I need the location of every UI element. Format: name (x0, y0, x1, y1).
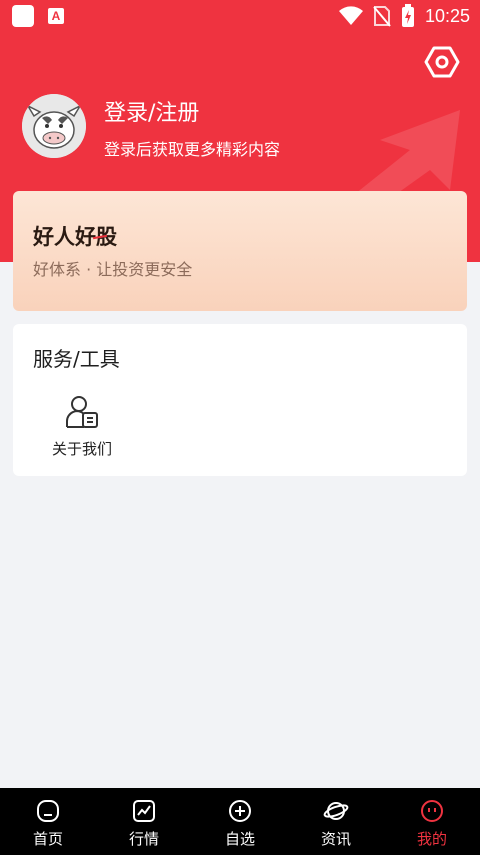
nav-watchlist-label: 自选 (224, 830, 255, 848)
about-us-label: 关于我们 (51, 440, 112, 458)
about-us-icon (66, 396, 98, 428)
login-subtitle: 登录后获取更多精彩内容 (104, 140, 281, 159)
nav-market[interactable]: 行情 (96, 788, 192, 855)
nav-news[interactable]: 资讯 (288, 788, 384, 855)
promo-subtitle: 好体系 · 让投资更安全 (33, 260, 193, 279)
no-sim-icon (373, 6, 391, 27)
status-time: 10:25 (424, 5, 470, 26)
battery-charging-icon (401, 4, 414, 27)
promo-card[interactable]: 好人好股 好体系 · 让投资更安全 (13, 191, 467, 311)
nav-home-label: 首页 (32, 830, 63, 848)
nav-me[interactable]: 我的 (384, 788, 480, 855)
services-title: 服务/工具 (33, 347, 120, 371)
nav-home[interactable]: 首页 (0, 788, 96, 855)
add-circle-icon (229, 800, 251, 822)
nav-market-label: 行情 (128, 830, 159, 848)
a-notification-icon: A (48, 8, 64, 24)
planet-icon (323, 802, 349, 820)
settings-button[interactable] (424, 44, 460, 80)
bottom-nav: 首页 行情 自选 资讯 我的 (0, 788, 480, 855)
login-register-link[interactable]: 登录/注册 (104, 95, 199, 127)
home-icon (37, 800, 59, 822)
about-us-item[interactable]: 关于我们 (37, 394, 127, 464)
chart-icon (133, 800, 155, 822)
nav-watchlist[interactable]: 自选 (192, 788, 288, 855)
app-notification-icon (12, 5, 34, 27)
me-face-icon (421, 800, 443, 822)
avatar[interactable] (22, 94, 86, 158)
settings-hexagon-icon (424, 46, 460, 78)
wifi-icon (338, 6, 363, 26)
status-bar: A 10:25 (0, 0, 480, 34)
nav-me-label: 我的 (416, 830, 447, 848)
services-card: 服务/工具 关于我们 (13, 324, 467, 476)
nav-news-label: 资讯 (320, 830, 351, 848)
cow-mascot-avatar (22, 94, 86, 158)
